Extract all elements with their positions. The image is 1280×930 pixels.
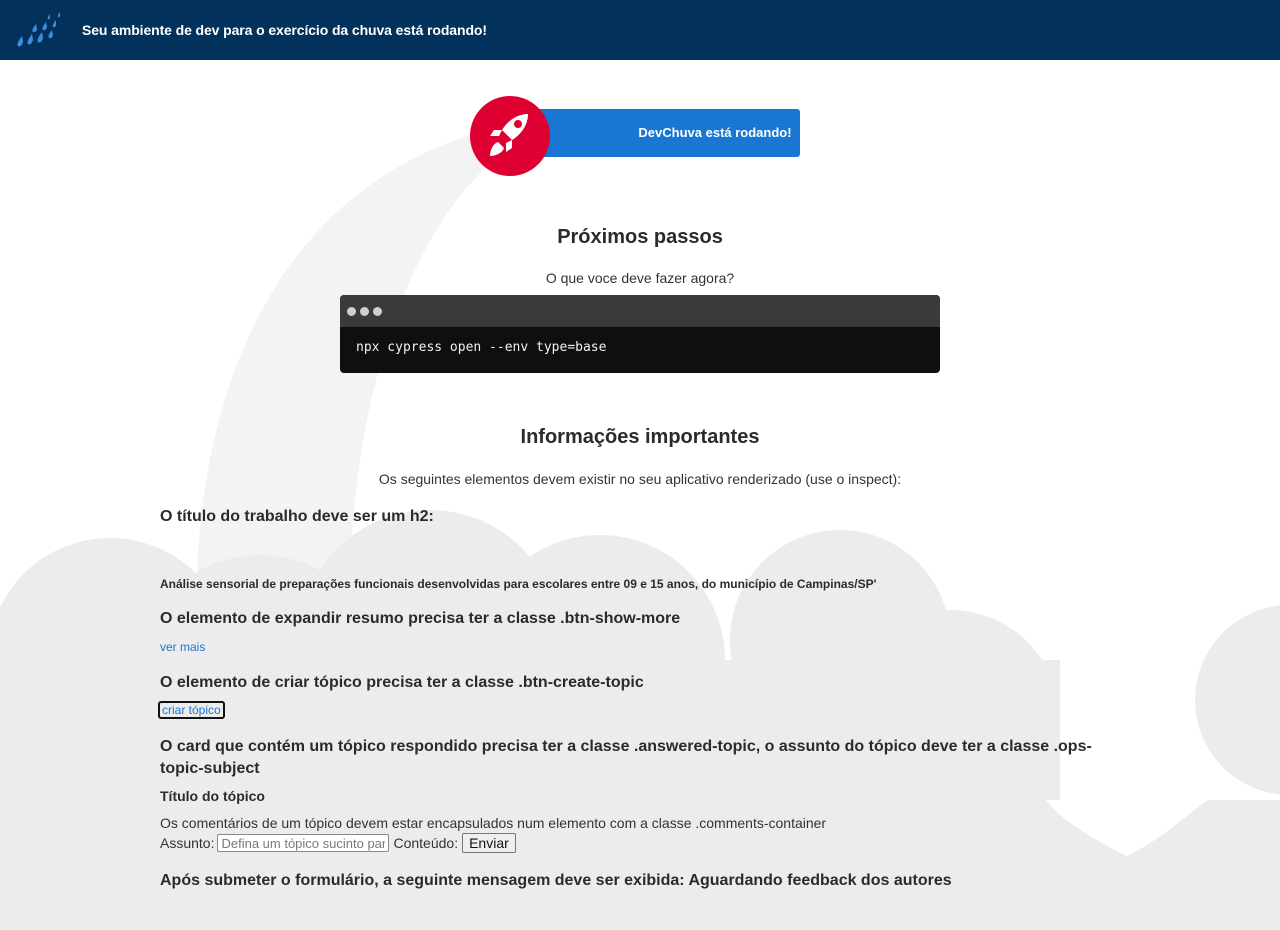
next-steps-title: Próximos passos — [557, 226, 723, 248]
header-title: Seu ambiente de dev para o exercício da … — [82, 22, 487, 38]
terminal-box: npx cypress open --env type=base — [340, 295, 940, 373]
next-steps-subtitle: O que voce deve fazer agora? — [545, 270, 735, 286]
running-badge: DevChuva está rodando! — [470, 96, 800, 176]
top-bar: Seu ambiente de dev para o exercício da … — [0, 0, 1280, 60]
h2-requirement: O título do trabalho deve ser um h2: — [160, 508, 434, 525]
terminal-dot — [360, 307, 369, 316]
answered-topic-requirement: O card que contém um tópico respondido p… — [160, 738, 1092, 777]
rocket-icon — [490, 114, 528, 156]
work-title-example: Análise sensorial de preparações funcion… — [160, 577, 877, 591]
rocket-badge — [470, 96, 550, 176]
running-badge-bar: DevChuva está rodando! — [510, 109, 800, 157]
comments-container-text: Os comentários de um tópico devem estar … — [160, 815, 827, 831]
important-subtitle: Os seguintes elementos devem existir no … — [378, 471, 902, 487]
subject-label: Assunto: — [160, 835, 215, 851]
submit-button[interactable]: Enviar — [462, 833, 516, 853]
content-label: Conteúdo: — [393, 835, 459, 851]
subject-input[interactable] — [217, 834, 390, 852]
terminal-command: npx cypress open --env type=base — [356, 340, 607, 355]
important-title: Informações importantes — [520, 426, 760, 448]
after-submit-requirement: Após submeter o formulário, a seguinte m… — [160, 872, 952, 889]
terminal-dot — [373, 307, 382, 316]
show-more-link[interactable]: ver mais — [160, 640, 205, 654]
rain-drops-icon — [17, 12, 60, 47]
terminal-dot — [347, 307, 356, 316]
create-topic-button[interactable]: criar tópico — [158, 701, 225, 719]
create-topic-requirement: O elemento de criar tópico precisa ter a… — [160, 674, 644, 691]
topic-form: Assunto: Conteúdo: Enviar — [160, 833, 516, 853]
topic-title: Título do tópico — [160, 788, 265, 804]
show-more-requirement: O elemento de expandir resumo precisa te… — [160, 610, 681, 627]
terminal-header — [340, 295, 940, 327]
running-badge-label: DevChuva está rodando! — [638, 125, 792, 140]
